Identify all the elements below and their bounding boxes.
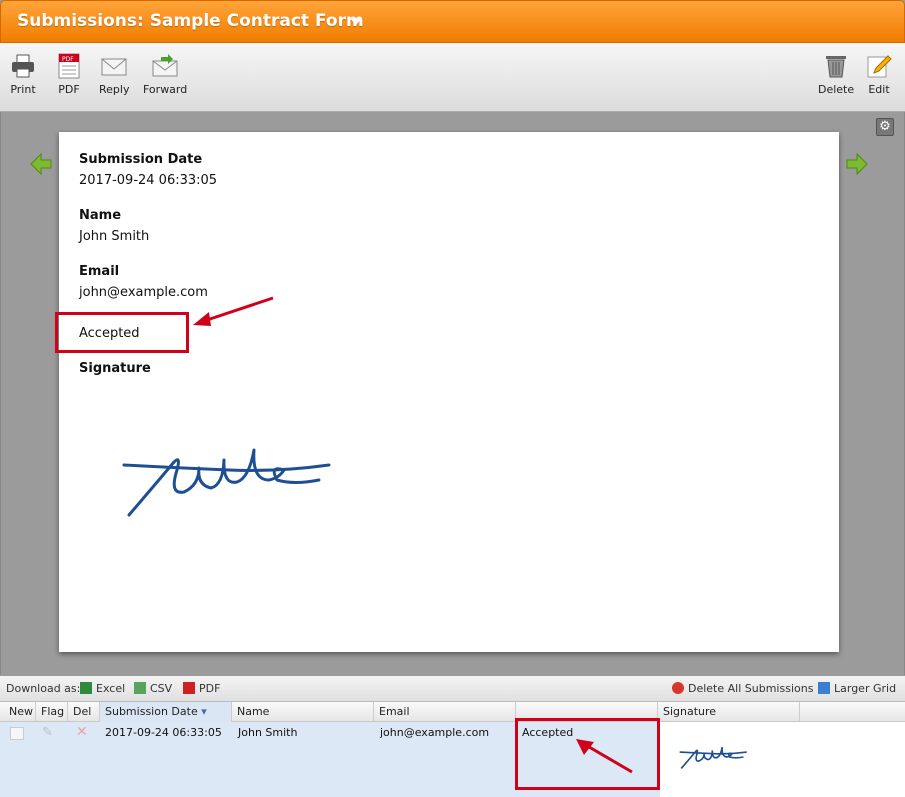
table-row[interactable]: ✎ ✕ 2017-09-24 06:33:05 John Smith john@… (0, 722, 785, 797)
larger-grid-button[interactable]: Larger Grid (818, 682, 896, 695)
delete-all-label: Delete All Submissions (688, 682, 814, 695)
row-email: john@example.com (380, 726, 490, 739)
larger-grid-label: Larger Grid (834, 682, 897, 695)
csv-icon (134, 682, 146, 694)
name-field: Name John Smith (79, 208, 149, 244)
download-excel-button[interactable]: Excel (80, 682, 125, 695)
grid-empty-area (785, 722, 905, 797)
download-pdf-button[interactable]: PDF (183, 682, 220, 695)
sort-desc-icon: ▾ (201, 705, 207, 718)
name-value: John Smith (79, 229, 150, 244)
row-date: 2017-09-24 06:33:05 (105, 726, 222, 739)
delete-circle-icon (672, 682, 684, 694)
reply-label: Reply (99, 83, 130, 96)
delete-button[interactable]: Delete (818, 53, 854, 96)
window-title[interactable]: Submissions: Sample Contract Form (17, 11, 364, 31)
column-submission-date[interactable]: Submission Date ▾ (100, 702, 232, 722)
print-label: Print (10, 83, 36, 96)
row-name: John Smith (238, 726, 298, 739)
pdf-file-icon: PDF (58, 53, 80, 79)
title-bar: Submissions: Sample Contract Form (0, 0, 905, 43)
delete-label: Delete (818, 83, 855, 96)
pdf-icon-text: PDF (62, 56, 74, 63)
forward-label: Forward (143, 83, 188, 96)
flag-pin-icon[interactable]: ✎ (42, 725, 53, 740)
email-field: Email john@example.com (79, 264, 208, 300)
submission-date-value: 2017-09-24 06:33:05 (79, 173, 218, 188)
column-email[interactable]: Email (374, 702, 516, 722)
pdf-label: PDF (58, 83, 80, 96)
download-csv-button[interactable]: CSV (134, 682, 172, 695)
submission-date-field: Submission Date 2017-09-24 06:33:05 (79, 152, 217, 188)
column-del[interactable]: Del (68, 702, 100, 722)
submission-date-label: Submission Date (79, 152, 203, 167)
edit-label: Edit (868, 83, 890, 96)
title-dropdown-chevron-icon[interactable] (350, 18, 362, 25)
email-label: Email (79, 264, 120, 279)
grid-header: New Flag Del Submission Date ▾ Name Emai… (0, 702, 905, 722)
pdf-download-label: PDF (199, 682, 221, 695)
annotation-arrow-icon (193, 296, 274, 326)
forward-envelope-icon (152, 54, 178, 77)
column-new[interactable]: New (4, 702, 36, 722)
pdf-icon (183, 682, 195, 694)
trash-icon (826, 56, 847, 78)
column-submission-date-label: Submission Date (105, 705, 198, 718)
csv-label: CSV (150, 682, 173, 695)
edit-button[interactable]: Edit (866, 53, 892, 96)
print-button[interactable]: Print (10, 53, 36, 96)
pencil-icon (867, 55, 892, 78)
download-as-label: Download as: (6, 682, 81, 695)
gear-icon[interactable]: ⚙ (876, 118, 894, 136)
submission-viewer: ⚙ Submission Date 2017-09-24 06:33:05 Na… (0, 112, 905, 675)
signature-image (122, 448, 331, 517)
name-label: Name (79, 208, 122, 223)
delete-all-submissions-button[interactable]: Delete All Submissions (672, 682, 813, 695)
next-arrow-icon[interactable] (845, 152, 869, 176)
email-value: john@example.com (79, 285, 208, 300)
accepted-highlight-box (55, 312, 189, 353)
signature-label: Signature (79, 361, 151, 376)
column-flag[interactable]: Flag (36, 702, 68, 722)
expand-icon (818, 682, 830, 694)
row-signature-image (679, 747, 747, 769)
new-document-icon[interactable] (10, 727, 24, 740)
pdf-button[interactable]: PDF PDF (56, 53, 82, 96)
toolbar: Print PDF PDF Reply Forward Delete Edit (0, 43, 905, 112)
signature-field: Signature (79, 361, 151, 382)
excel-icon (80, 682, 92, 694)
column-name[interactable]: Name (232, 702, 374, 722)
excel-label: Excel (96, 682, 126, 695)
forward-button[interactable]: Forward (143, 53, 187, 96)
delete-x-icon[interactable]: ✕ (76, 724, 88, 740)
previous-arrow-icon[interactable] (29, 152, 53, 176)
printer-icon (12, 54, 34, 78)
reply-button[interactable]: Reply (99, 53, 129, 96)
grid-toolbar: Download as: Excel CSV PDF Delete All Su… (0, 675, 905, 702)
grid-annotation-arrow-icon (576, 739, 633, 774)
submission-card: Submission Date 2017-09-24 06:33:05 Name… (59, 132, 839, 652)
column-signature[interactable]: Signature (658, 702, 800, 722)
row-signature-cell (660, 722, 785, 797)
envelope-icon (101, 58, 127, 76)
